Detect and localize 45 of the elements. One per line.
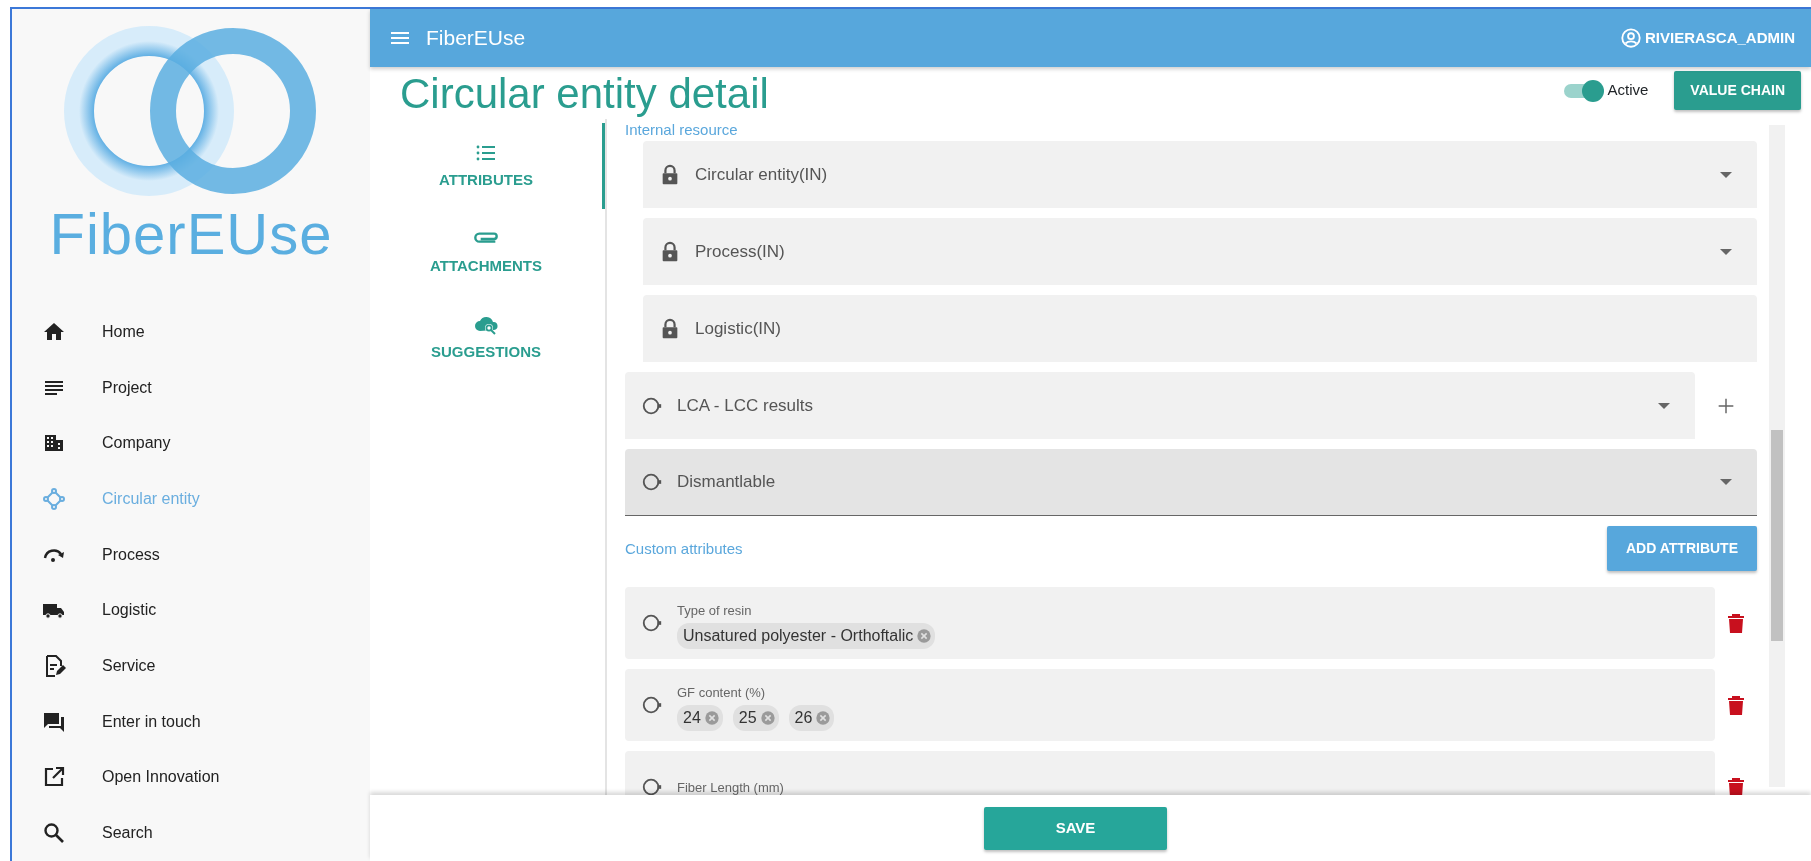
section-label: Internal resource (625, 120, 739, 140)
select-field[interactable]: Dismantlable (625, 449, 1757, 516)
value-chip[interactable]: 24 (677, 705, 723, 732)
value-chip[interactable]: 26 (788, 705, 835, 732)
remove-icon (759, 710, 776, 727)
sidebar-item[interactable]: Open Innovation (12, 749, 370, 806)
ring-icon (641, 694, 663, 716)
sidebar-item[interactable]: Logistic (12, 582, 370, 639)
attribute-field[interactable]: Type of resin Unsatured polyester - Orthoftalic (625, 587, 1715, 659)
sidebar-item[interactable]: Process (12, 526, 370, 583)
caret-icon (1658, 402, 1670, 409)
sidebar-item[interactable]: Service (12, 638, 370, 694)
field-label: Type of resin (677, 601, 753, 620)
select-field[interactable]: Logistic(IN) (643, 295, 1757, 362)
ring-icon (641, 612, 663, 634)
caret-icon (1720, 479, 1732, 485)
scrollbar[interactable] (1769, 125, 1785, 787)
sidebar-item[interactable]: Company (12, 415, 370, 472)
value-chip[interactable]: 25 (732, 705, 779, 732)
sidebar-item[interactable]: Project (12, 359, 370, 416)
logo-text: FiberEUse (49, 205, 333, 263)
remove-icon (916, 628, 933, 645)
select-field[interactable]: Circular entity(IN) (643, 141, 1757, 208)
select-field[interactable]: Process(IN) (643, 218, 1757, 285)
attribute-field[interactable]: Fiber Length (mm) (625, 751, 1715, 795)
attribute-field[interactable]: GF content (%) 24 25 26 (625, 669, 1715, 741)
caret-icon (1720, 248, 1732, 255)
app-title: FiberEUse (426, 25, 526, 52)
ring-icon (641, 776, 663, 795)
caret-icon (1720, 171, 1732, 178)
field-label: GF content (%) (677, 683, 767, 702)
select-field[interactable]: LCA - LCC results (625, 372, 1695, 439)
sidebar-item[interactable]: Home (12, 304, 370, 360)
nodes-icon (42, 487, 66, 512)
page-title: Circular entity detail (400, 73, 769, 115)
sidebar-item[interactable]: Enter in touch (12, 693, 370, 750)
ring-icon (641, 471, 663, 493)
remove-icon (815, 710, 832, 727)
section-label: Custom attributes (625, 538, 743, 559)
value-chip[interactable]: Unsatured polyester - Orthoftalic (677, 623, 936, 650)
toggle-label: Active (1607, 80, 1649, 101)
remove-icon (703, 710, 720, 727)
field-label: Fiber Length (mm) (677, 778, 784, 795)
sidebar-item[interactable]: Search (12, 805, 370, 861)
user-icon (1620, 27, 1642, 49)
